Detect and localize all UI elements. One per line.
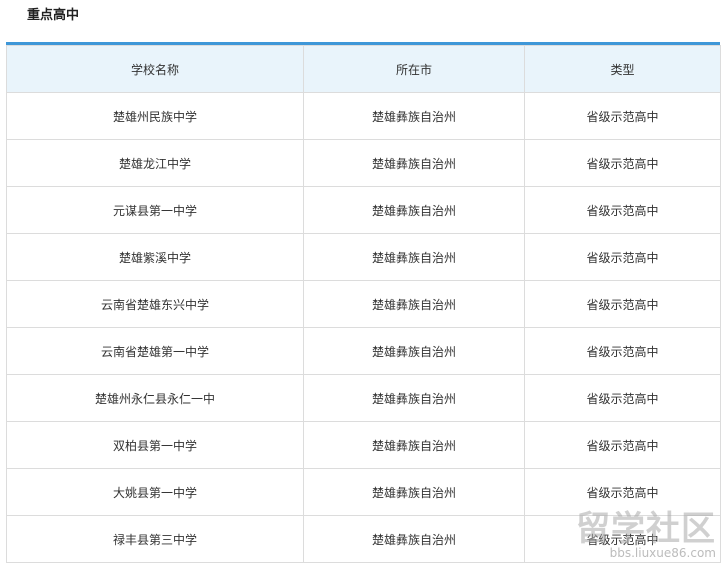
cell-city: 楚雄彝族自治州: [303, 374, 525, 422]
school-table-container: 学校名称 所在市 类型 楚雄州民族中学 楚雄彝族自治州 省级示范高中 楚雄龙江中…: [6, 42, 721, 563]
table-row: 元谋县第一中学 楚雄彝族自治州 省级示范高中: [6, 186, 721, 234]
column-header-type: 类型: [524, 45, 721, 93]
cell-school-name: 元谋县第一中学: [6, 186, 304, 234]
column-header-city: 所在市: [303, 45, 525, 93]
cell-school-name: 楚雄州永仁县永仁一中: [6, 374, 304, 422]
table-row: 云南省楚雄东兴中学 楚雄彝族自治州 省级示范高中: [6, 280, 721, 328]
cell-type: 省级示范高中: [524, 468, 721, 516]
table-row: 大姚县第一中学 楚雄彝族自治州 省级示范高中: [6, 468, 721, 516]
cell-type: 省级示范高中: [524, 374, 721, 422]
cell-type: 省级示范高中: [524, 280, 721, 328]
cell-type: 省级示范高中: [524, 233, 721, 281]
cell-school-name: 楚雄紫溪中学: [6, 233, 304, 281]
cell-city: 楚雄彝族自治州: [303, 92, 525, 140]
cell-city: 楚雄彝族自治州: [303, 280, 525, 328]
cell-type: 省级示范高中: [524, 515, 721, 563]
cell-school-name: 云南省楚雄东兴中学: [6, 280, 304, 328]
column-header-school-name: 学校名称: [6, 45, 304, 93]
table-row: 云南省楚雄第一中学 楚雄彝族自治州 省级示范高中: [6, 327, 721, 375]
school-table: 学校名称 所在市 类型 楚雄州民族中学 楚雄彝族自治州 省级示范高中 楚雄龙江中…: [6, 45, 721, 563]
cell-type: 省级示范高中: [524, 327, 721, 375]
table-row: 禄丰县第三中学 楚雄彝族自治州 省级示范高中: [6, 515, 721, 563]
cell-school-name: 云南省楚雄第一中学: [6, 327, 304, 375]
page: 重点高中 学校名称 所在市 类型 楚雄州民族中学 楚雄彝族自治州 省级示范高中 …: [0, 0, 726, 568]
cell-city: 楚雄彝族自治州: [303, 421, 525, 469]
table-row: 双柏县第一中学 楚雄彝族自治州 省级示范高中: [6, 421, 721, 469]
cell-school-name: 大姚县第一中学: [6, 468, 304, 516]
cell-type: 省级示范高中: [524, 421, 721, 469]
cell-city: 楚雄彝族自治州: [303, 186, 525, 234]
cell-city: 楚雄彝族自治州: [303, 515, 525, 563]
cell-school-name: 楚雄州民族中学: [6, 92, 304, 140]
table-row: 楚雄州永仁县永仁一中 楚雄彝族自治州 省级示范高中: [6, 374, 721, 422]
cell-type: 省级示范高中: [524, 186, 721, 234]
cell-city: 楚雄彝族自治州: [303, 468, 525, 516]
cell-type: 省级示范高中: [524, 139, 721, 187]
cell-city: 楚雄彝族自治州: [303, 233, 525, 281]
section-title: 重点高中: [27, 8, 80, 23]
table-row: 楚雄紫溪中学 楚雄彝族自治州 省级示范高中: [6, 233, 721, 281]
table-header-row: 学校名称 所在市 类型: [6, 45, 721, 93]
cell-city: 楚雄彝族自治州: [303, 139, 525, 187]
cell-city: 楚雄彝族自治州: [303, 327, 525, 375]
cell-school-name: 双柏县第一中学: [6, 421, 304, 469]
cell-type: 省级示范高中: [524, 92, 721, 140]
table-row: 楚雄州民族中学 楚雄彝族自治州 省级示范高中: [6, 92, 721, 140]
cell-school-name: 禄丰县第三中学: [6, 515, 304, 563]
cell-school-name: 楚雄龙江中学: [6, 139, 304, 187]
table-row: 楚雄龙江中学 楚雄彝族自治州 省级示范高中: [6, 139, 721, 187]
